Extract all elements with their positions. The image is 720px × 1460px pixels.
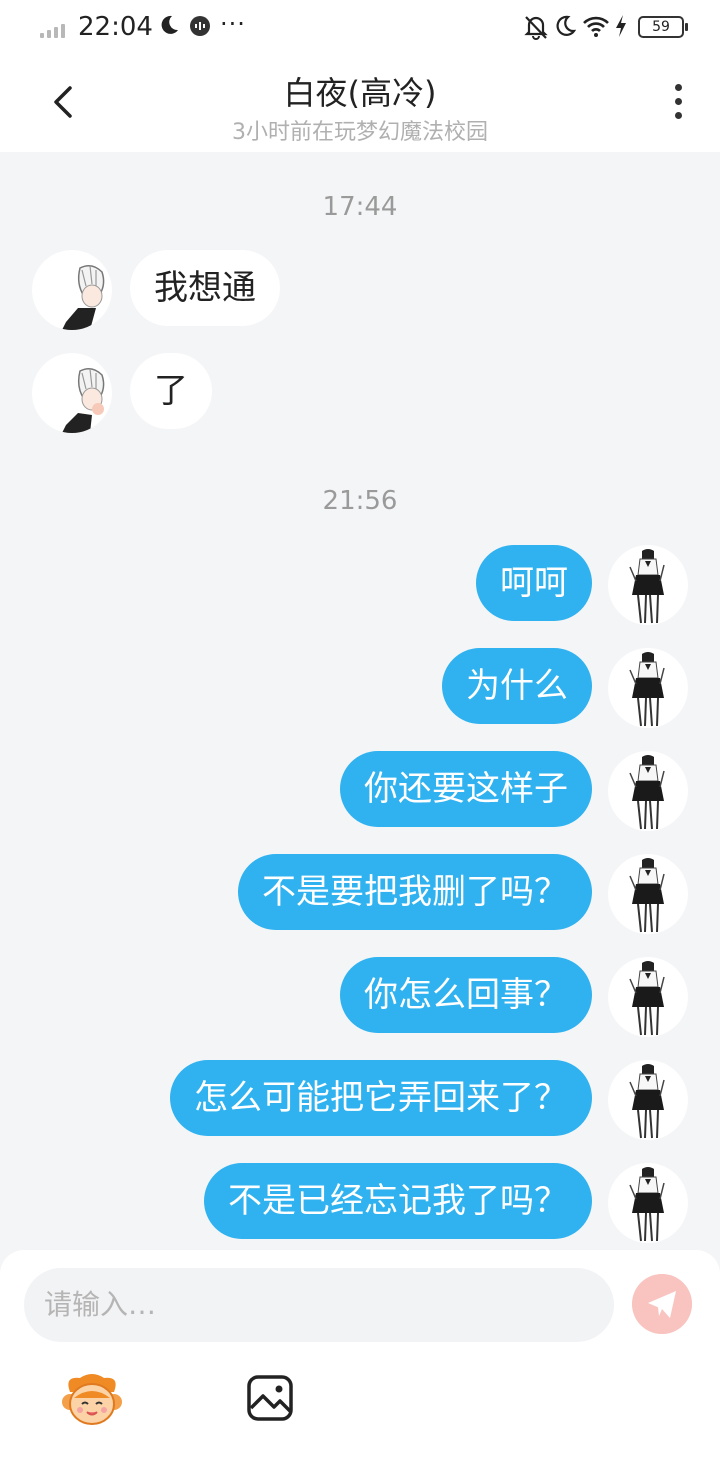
outgoing-message[interactable]: 为什么 xyxy=(442,648,592,724)
status-bar: 22:04 ··· 59 xyxy=(0,0,720,56)
incoming-message[interactable]: 我想通 xyxy=(130,250,280,326)
contact-status: 3小时前在玩梦幻魔法校园 xyxy=(232,120,488,145)
self-avatar[interactable] xyxy=(608,1163,688,1243)
send-button[interactable] xyxy=(632,1274,692,1334)
contact-avatar[interactable] xyxy=(32,353,112,433)
self-avatar[interactable] xyxy=(608,545,688,625)
more-vertical-icon[interactable] xyxy=(672,84,684,124)
outgoing-message[interactable]: 你还要这样子 xyxy=(340,751,592,827)
emoji-mascot-icon[interactable] xyxy=(60,1370,124,1428)
message-timestamp: 17:44 xyxy=(322,192,398,222)
contact-name: 白夜(高冷) xyxy=(283,74,437,112)
voice-app-icon xyxy=(190,16,210,36)
battery-indicator: 59 xyxy=(638,16,688,38)
charging-icon xyxy=(616,15,626,37)
self-avatar[interactable] xyxy=(608,751,688,831)
image-icon[interactable] xyxy=(246,1374,294,1422)
self-avatar[interactable] xyxy=(608,648,688,728)
moon-icon xyxy=(161,15,178,34)
moon-icon xyxy=(556,15,576,36)
self-avatar[interactable] xyxy=(608,854,688,934)
chat-header: 白夜(高冷) 3小时前在玩梦幻魔法校园 xyxy=(0,56,720,152)
self-avatar[interactable] xyxy=(608,1060,688,1140)
message-input[interactable]: 请输入… xyxy=(24,1268,614,1342)
chat-screen: 22:04 ··· 59 白夜(高冷) 3小时前在玩梦幻魔法校园 17:44 我… xyxy=(0,0,720,1460)
self-avatar[interactable] xyxy=(608,957,688,1037)
mute-bell-icon xyxy=(524,16,548,40)
outgoing-message[interactable]: 怎么可能把它弄回来了？ xyxy=(170,1060,592,1136)
message-timestamp: 21:56 xyxy=(322,486,398,516)
status-time: 22:04 xyxy=(78,12,153,42)
contact-avatar[interactable] xyxy=(32,250,112,330)
incoming-message[interactable]: 了 xyxy=(130,353,212,429)
outgoing-message[interactable]: 不是要把我删了吗？ xyxy=(238,854,592,930)
outgoing-message[interactable]: 呵呵 xyxy=(476,545,592,621)
outgoing-message[interactable]: 你怎么回事？ xyxy=(340,957,592,1033)
status-more-indicator: ··· xyxy=(220,10,246,38)
outgoing-message[interactable]: 不是已经忘记我了吗？ xyxy=(204,1163,592,1239)
signal-icon xyxy=(40,22,72,38)
message-composer: 请输入… xyxy=(0,1250,720,1460)
wifi-icon xyxy=(583,16,609,37)
